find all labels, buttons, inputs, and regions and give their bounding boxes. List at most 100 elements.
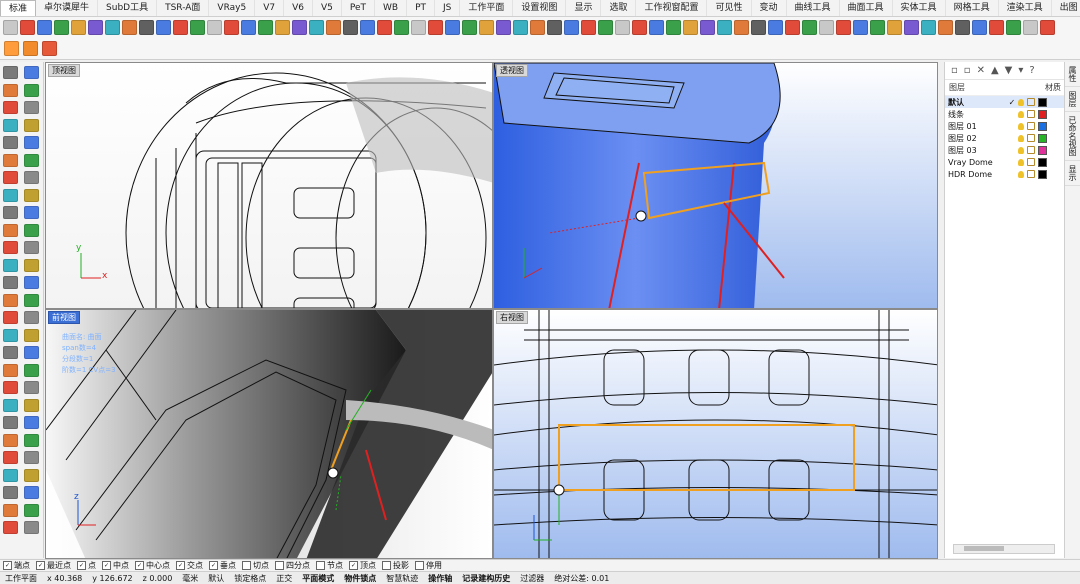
- toolbar-tool-icon[interactable]: [530, 20, 545, 35]
- status-grid-snap[interactable]: 锁定格点: [229, 573, 271, 584]
- lock-icon[interactable]: [1027, 158, 1035, 166]
- sidebar-tool-icon[interactable]: [24, 311, 39, 324]
- lightbulb-icon[interactable]: [1018, 98, 1024, 106]
- sidebar-tool-icon[interactable]: [3, 503, 18, 517]
- sidebar-tool-icon[interactable]: [24, 433, 39, 447]
- sidebar-tool-icon[interactable]: [24, 468, 39, 482]
- ribbon-tab[interactable]: 实体工具: [893, 0, 946, 16]
- sidebar-tool-icon[interactable]: [24, 171, 39, 184]
- panel-tab[interactable]: 显示: [1065, 161, 1080, 186]
- current-layer-check[interactable]: ✓: [1006, 98, 1018, 107]
- ribbon-tab[interactable]: PeT: [342, 0, 376, 16]
- toolbar-tool-icon[interactable]: [360, 20, 375, 35]
- lock-icon[interactable]: [1027, 122, 1035, 130]
- osnap-checkbox[interactable]: ✓: [3, 561, 12, 570]
- toolbar-tool-icon[interactable]: [54, 20, 69, 35]
- layer-row[interactable]: HDR Dome: [945, 168, 1065, 180]
- toolbar-tool-icon[interactable]: [513, 20, 528, 35]
- toolbar-tool-icon[interactable]: [343, 20, 358, 35]
- plane-icon[interactable]: [4, 41, 19, 56]
- toolbar-tool-icon[interactable]: [3, 20, 18, 35]
- sidebar-tool-icon[interactable]: [3, 381, 18, 394]
- toolbar-tool-icon[interactable]: [751, 20, 766, 35]
- toolbar-tool-icon[interactable]: [139, 20, 154, 35]
- sidebar-tool-icon[interactable]: [3, 101, 18, 114]
- osnap-option[interactable]: ✓ 中点: [102, 560, 129, 571]
- lightbulb-icon[interactable]: [1018, 110, 1024, 118]
- toolbar-tool-icon[interactable]: [989, 20, 1004, 35]
- toolbar-tool-icon[interactable]: [156, 20, 171, 35]
- sidebar-tool-icon[interactable]: [24, 206, 39, 219]
- sidebar-tool-icon[interactable]: [3, 346, 18, 359]
- sidebar-tool-icon[interactable]: [24, 363, 39, 377]
- layer-color-swatch[interactable]: [1038, 109, 1047, 119]
- sidebar-tool-icon[interactable]: [24, 346, 39, 359]
- lock-icon[interactable]: [1027, 170, 1035, 178]
- panel-tab[interactable]: 已命名视图: [1065, 112, 1080, 161]
- layer-color-swatch[interactable]: [1038, 157, 1047, 167]
- status-filter[interactable]: 过滤器: [515, 573, 549, 584]
- lightbulb-icon[interactable]: [1018, 158, 1024, 166]
- status-osnap[interactable]: 物件锁点: [339, 573, 381, 584]
- toolbar-tool-icon[interactable]: [649, 20, 664, 35]
- osnap-checkbox[interactable]: ✓: [135, 561, 144, 570]
- toolbar-tool-icon[interactable]: [734, 20, 749, 35]
- sidebar-tool-icon[interactable]: [3, 171, 18, 184]
- ribbon-tab[interactable]: WB: [375, 0, 408, 16]
- move-up-icon[interactable]: ▲: [991, 65, 999, 76]
- sidebar-tool-icon[interactable]: [3, 363, 18, 377]
- viewport-right[interactable]: 右视图: [493, 309, 938, 559]
- osnap-option[interactable]: ✓ 交点: [176, 560, 203, 571]
- sidebar-tool-icon[interactable]: [3, 258, 18, 272]
- osnap-option[interactable]: ✓ 垂点: [209, 560, 236, 571]
- sidebar-tool-icon[interactable]: [24, 521, 39, 534]
- gmail-icon[interactable]: [42, 41, 57, 56]
- lock-icon[interactable]: [1027, 98, 1035, 106]
- toolbar-tool-icon[interactable]: [122, 20, 137, 35]
- sidebar-tool-icon[interactable]: [3, 451, 18, 464]
- osnap-checkbox[interactable]: [316, 561, 325, 570]
- ribbon-tab[interactable]: TSR-A面: [157, 0, 210, 16]
- toolbar-tool-icon[interactable]: [938, 20, 953, 35]
- ribbon-tab[interactable]: 选取: [601, 0, 637, 16]
- toolbar-tool-icon[interactable]: [955, 20, 970, 35]
- lightbulb-icon[interactable]: [1018, 134, 1024, 142]
- ribbon-tab[interactable]: 曲线工具: [787, 0, 840, 16]
- lightbulb-icon[interactable]: [1018, 122, 1024, 130]
- layer-row[interactable]: 线条: [945, 108, 1065, 120]
- osnap-checkbox[interactable]: [275, 561, 284, 570]
- sidebar-tool-icon[interactable]: [24, 101, 39, 114]
- lock-icon[interactable]: [1027, 134, 1035, 142]
- panel-tab[interactable]: 图层: [1065, 87, 1080, 112]
- ribbon-tab[interactable]: V7: [255, 0, 285, 16]
- ribbon-tab[interactable]: 渲染工具: [999, 0, 1052, 16]
- sidebar-tool-icon[interactable]: [24, 223, 39, 237]
- toolbar-tool-icon[interactable]: [887, 20, 902, 35]
- send-icon[interactable]: [23, 41, 38, 56]
- toolbar-tool-icon[interactable]: [88, 20, 103, 35]
- osnap-option[interactable]: 投影: [382, 560, 409, 571]
- ribbon-tab[interactable]: JS: [435, 0, 461, 16]
- sidebar-tool-icon[interactable]: [24, 276, 39, 289]
- toolbar-tool-icon[interactable]: [190, 20, 205, 35]
- sidebar-tool-icon[interactable]: [24, 416, 39, 429]
- layer-color-swatch[interactable]: [1038, 169, 1047, 179]
- osnap-checkbox[interactable]: ✓: [77, 561, 86, 570]
- toolbar-tool-icon[interactable]: [785, 20, 800, 35]
- toolbar-tool-icon[interactable]: [870, 20, 885, 35]
- sidebar-tool-icon[interactable]: [3, 223, 18, 237]
- toolbar-tool-icon[interactable]: [683, 20, 698, 35]
- osnap-option[interactable]: ✓ 最近点: [36, 560, 71, 571]
- osnap-checkbox[interactable]: [242, 561, 251, 570]
- toolbar-tool-icon[interactable]: [377, 20, 392, 35]
- sidebar-tool-icon[interactable]: [24, 381, 39, 394]
- toolbar-tool-icon[interactable]: [768, 20, 783, 35]
- layer-color-swatch[interactable]: [1038, 121, 1047, 131]
- ribbon-tab[interactable]: PT: [407, 0, 436, 16]
- sidebar-tool-icon[interactable]: [24, 241, 39, 254]
- toolbar-tool-icon[interactable]: [224, 20, 239, 35]
- lock-icon[interactable]: [1027, 110, 1035, 118]
- toolbar-tool-icon[interactable]: [394, 20, 409, 35]
- toolbar-tool-icon[interactable]: [241, 20, 256, 35]
- osnap-option[interactable]: 停用: [415, 560, 442, 571]
